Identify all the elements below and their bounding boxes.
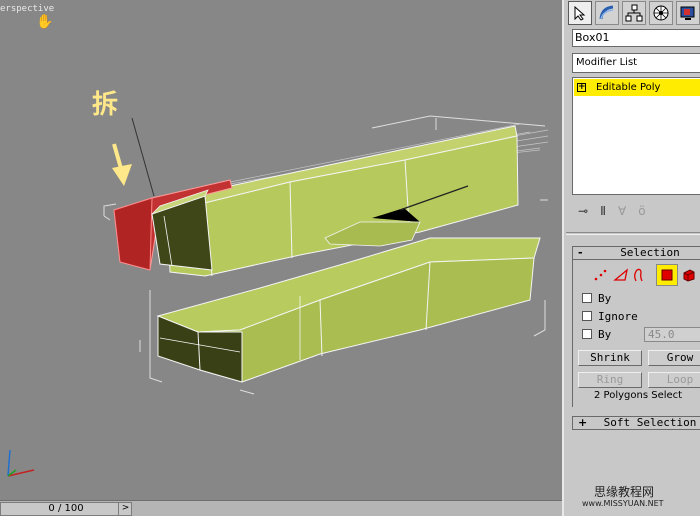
viewport-label[interactable]: erspective — [0, 4, 54, 14]
tab-modify[interactable] — [595, 1, 619, 25]
show-end-result-icon[interactable]: Ⅱ — [600, 204, 606, 218]
tab-motion[interactable] — [649, 1, 673, 25]
cursor-arrow-icon — [574, 5, 586, 21]
shrink-button[interactable]: Shrink — [578, 350, 642, 366]
soft-selection-rollout-header[interactable]: + Soft Selection — [572, 416, 700, 430]
border-icon — [634, 268, 643, 282]
angle-spinner[interactable]: 45.0 — [644, 327, 700, 342]
grow-button[interactable]: Grow — [648, 350, 700, 366]
element-icon — [683, 269, 695, 282]
pin-stack-icon[interactable]: ⊸ — [578, 204, 588, 218]
polygon-icon — [661, 269, 673, 281]
by-vertex-row[interactable]: By — [582, 291, 611, 305]
modify-arc-icon — [599, 5, 614, 20]
by-angle-checkbox[interactable] — [582, 329, 592, 339]
tab-hierarchy[interactable] — [622, 1, 646, 25]
time-slider[interactable]: 0 / 100 > — [0, 500, 562, 516]
frame-counter-label: 0 / 100 — [48, 503, 84, 514]
selection-rollout-header[interactable]: - Selection — [572, 246, 700, 260]
perspective-viewport[interactable]: erspective ✋ 拆 — [0, 0, 562, 500]
vertex-mode-button[interactable] — [590, 264, 612, 286]
by-vertex-label: By — [598, 291, 612, 305]
command-panel-tabs — [566, 1, 700, 27]
border-mode-button[interactable] — [628, 264, 650, 286]
loop-button[interactable]: Loop — [648, 372, 700, 388]
command-panel: Box01 Modifier List + Editable Poly ⊸ Ⅱ … — [562, 0, 700, 516]
panel-divider-highlight — [566, 234, 700, 235]
selection-status: 2 Polygons Select — [594, 390, 683, 401]
by-angle-label: By — [598, 327, 612, 341]
edge-icon — [613, 268, 628, 281]
selection-rollout-title: Selection — [620, 246, 680, 259]
panel-divider — [566, 232, 700, 233]
stack-item-editable-poly[interactable]: + Editable Poly — [574, 79, 700, 96]
next-frame-button[interactable]: > — [118, 502, 132, 516]
stack-item-label: Editable Poly — [596, 82, 661, 93]
tab-create[interactable] — [568, 1, 592, 25]
scene-render — [7, 115, 549, 477]
vertex-icon — [594, 269, 607, 281]
annotation-text: 拆 — [92, 90, 119, 120]
by-vertex-checkbox[interactable] — [582, 293, 592, 303]
display-monitor-icon — [680, 6, 695, 20]
frame-counter[interactable]: 0 / 100 — [0, 502, 132, 516]
modifier-list-dropdown[interactable]: Modifier List — [572, 53, 700, 73]
watermark-url: www.MISSYUAN.NET — [582, 499, 664, 508]
expand-icon[interactable]: + — [577, 83, 586, 92]
soft-selection-title: Soft Selection — [603, 416, 697, 429]
remove-modifier-icon[interactable]: ö — [638, 204, 645, 218]
watermark-text: 思缘教程网 — [594, 485, 655, 499]
make-unique-icon[interactable]: ∀ — [618, 204, 626, 218]
polygon-mode-button[interactable] — [656, 264, 678, 286]
hierarchy-icon — [625, 4, 643, 22]
by-angle-row[interactable]: By — [582, 327, 611, 341]
tab-display[interactable] — [676, 1, 700, 25]
element-mode-button[interactable] — [678, 264, 700, 286]
ignore-backfacing-label: Ignore — [598, 309, 638, 323]
modifier-stack[interactable]: + Editable Poly — [572, 77, 700, 195]
motion-wheel-icon — [653, 5, 669, 21]
pan-hand-icon: ✋ — [36, 14, 54, 30]
ring-button[interactable]: Ring — [578, 372, 642, 388]
object-name-field[interactable]: Box01 — [572, 29, 700, 47]
ignore-backfacing-row[interactable]: Ignore — [582, 309, 638, 323]
ignore-backfacing-checkbox[interactable] — [582, 311, 592, 321]
stack-toolbar: ⊸ Ⅱ ∀ ö — [572, 202, 700, 220]
